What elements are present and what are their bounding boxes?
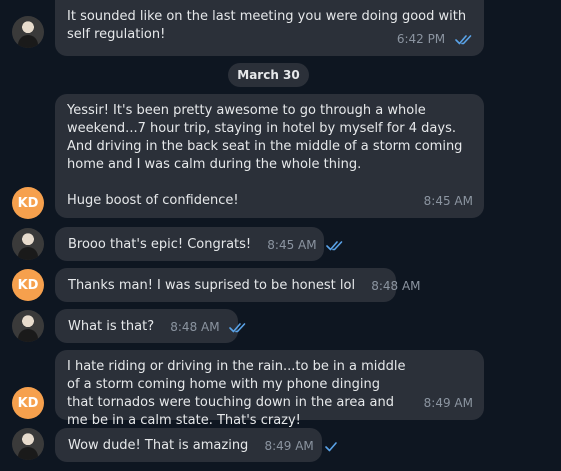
message-time: 8:45 AM	[423, 194, 473, 208]
message-meta: 8:49 AM	[424, 394, 473, 412]
message-meta: 8:49 AM	[264, 437, 337, 455]
check-icon	[324, 442, 337, 452]
avatar[interactable]: KD	[12, 187, 44, 219]
avatar[interactable]	[12, 310, 44, 342]
message-time: 8:45 AM	[267, 238, 317, 252]
message-meta: 8:45 AM	[267, 236, 344, 254]
avatar[interactable]	[12, 228, 44, 260]
message-bubble[interactable]: It sounded like on the last meeting you …	[55, 0, 484, 56]
message-text: Yessir! It's been pretty awesome to go t…	[67, 103, 463, 172]
message-time: 8:48 AM	[170, 320, 220, 334]
message-text: I hate riding or driving in the rain...t…	[67, 359, 406, 428]
message-time: 6:42 PM	[396, 32, 446, 46]
message-time: 8:49 AM	[423, 396, 473, 410]
message-time: 8:48 AM	[371, 279, 421, 293]
message-meta: 8:48 AM	[170, 318, 247, 336]
message-time: 8:49 AM	[264, 439, 314, 453]
avatar[interactable]: KD	[12, 387, 44, 419]
message-text: Wow dude! That is amazing	[68, 438, 249, 453]
message-text: Thanks man! I was suprised to be honest …	[68, 278, 356, 293]
message-bubble[interactable]: Thanks man! I was suprised to be honest …	[55, 268, 421, 302]
message-meta: 8:48 AM	[371, 277, 420, 295]
message-bubble[interactable]: I hate riding or driving in the rain...t…	[55, 350, 484, 428]
message-bubble[interactable]: What is that? 8:48 AM	[55, 309, 246, 343]
avatar[interactable]	[12, 16, 44, 48]
message-text: What is that?	[68, 319, 155, 334]
message-text: Brooo that's epic! Congrats!	[68, 237, 252, 252]
avatar[interactable]: KD	[12, 269, 44, 301]
message-bubble[interactable]: Wow dude! That is amazing 8:49 AM	[55, 428, 337, 462]
message-meta: 8:45 AM	[424, 192, 473, 210]
message-bubble[interactable]: Yessir! It's been pretty awesome to go t…	[55, 94, 484, 218]
message-bubble[interactable]: Brooo that's epic! Congrats! 8:45 AM	[55, 227, 343, 261]
message-text: Huge boost of confidence!	[67, 193, 239, 208]
avatar[interactable]	[12, 428, 44, 460]
message-meta: 6:42 PM	[397, 30, 473, 48]
chat-history: It sounded like on the last meeting you …	[0, 0, 561, 471]
double-check-icon	[455, 35, 472, 45]
double-check-icon	[326, 241, 343, 251]
date-separator: March 30	[228, 63, 309, 87]
double-check-icon	[229, 323, 246, 333]
